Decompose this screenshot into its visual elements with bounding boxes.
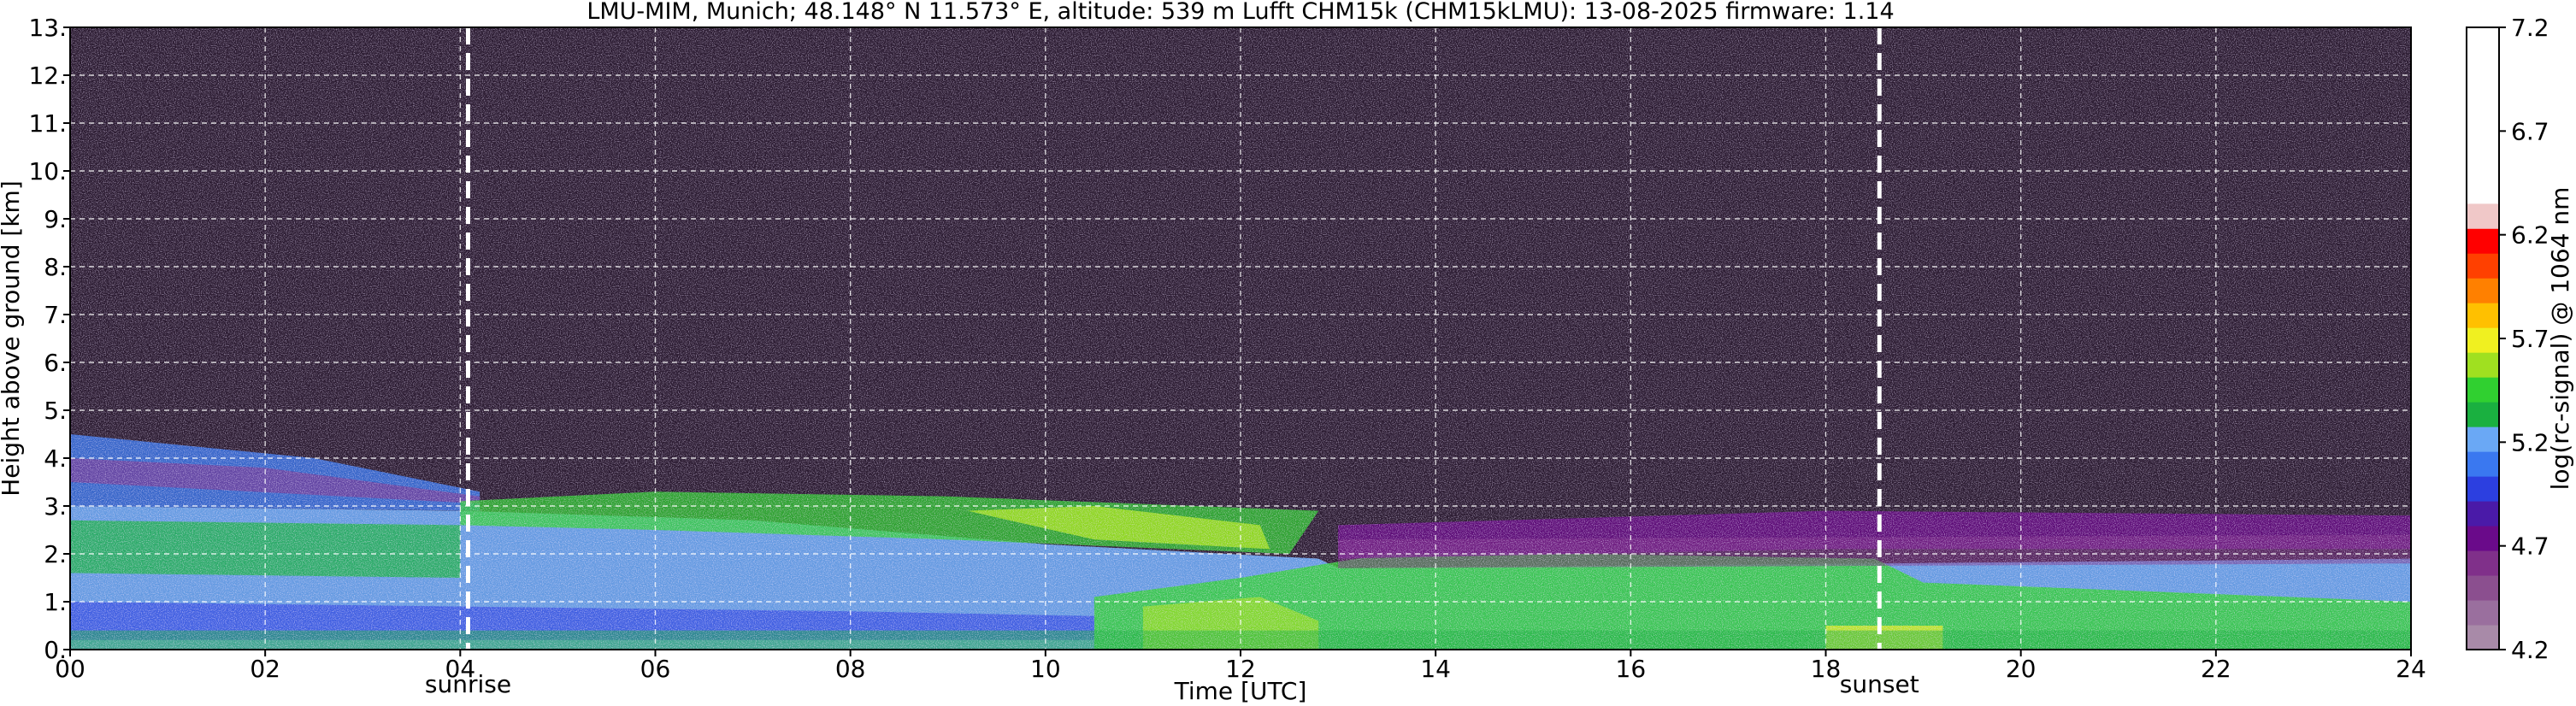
colorbar-cell	[2467, 27, 2499, 204]
y-tick-label: 6.	[44, 349, 67, 377]
colorbar-tick-label: 5.7	[2511, 325, 2549, 353]
y-tick-label: 7.	[44, 301, 67, 329]
colorbar-cells	[2467, 27, 2499, 650]
colorbar-ticks: 4.2 4.7 5.2 5.7 6.2 6.7 7.2	[2499, 14, 2549, 664]
x-tick-label: 08	[835, 655, 866, 683]
colorbar-tick-label: 4.2	[2511, 636, 2549, 664]
colorbar-cell	[2467, 377, 2499, 403]
y-tick-label: 1.	[44, 588, 67, 616]
y-tick-label: 8.	[44, 253, 67, 281]
colorbar-tick-label: 5.2	[2511, 428, 2549, 456]
y-tick-label: 9.	[44, 205, 67, 233]
y-tick-label: 13.	[28, 14, 67, 42]
colorbar-cell	[2467, 451, 2499, 477]
y-tick-label: 10.	[28, 157, 67, 185]
colorbar-cell	[2467, 352, 2499, 378]
x-tick-label: 06	[640, 655, 671, 683]
y-tick-label: 11.	[28, 109, 67, 138]
y-tick-label: 4.	[44, 444, 67, 473]
colorbar-cell	[2467, 327, 2499, 353]
colorbar-cell	[2467, 526, 2499, 551]
colorbar-tick-label: 7.2	[2511, 14, 2549, 42]
x-axis-label: Time [UTC]	[1174, 677, 1307, 705]
x-tick-label: 18	[1811, 655, 1842, 683]
colorbar-cell	[2467, 550, 2499, 576]
y-tick-label: 2.	[44, 540, 67, 568]
x-tick-label: 24	[2396, 655, 2426, 683]
colorbar-cell	[2467, 228, 2499, 254]
y-axis-label: Height above ground [km]	[0, 180, 25, 497]
y-axis: 0. 1. 2. 3. 4. 5. 6. 7. 8. 9. 10. 11. 12. 13.	[28, 14, 70, 664]
colorbar-cell	[2467, 278, 2499, 303]
x-tick-label: 22	[2201, 655, 2231, 683]
colorbar-cell	[2467, 501, 2499, 527]
marker-sunset-label: sunset	[1840, 670, 1919, 698]
colorbar-cell	[2467, 402, 2499, 427]
y-tick-label: 12.	[28, 62, 67, 90]
x-tick-label: 04	[445, 655, 476, 683]
colorbar-cell	[2467, 427, 2499, 452]
colorbar-cell	[2467, 476, 2499, 502]
colorbar: 4.2 4.7 5.2 5.7 6.2 6.7 7.2 log(rc-signal) @ 1…	[2466, 14, 2574, 664]
colorbar-tick-label: 6.2	[2511, 221, 2549, 250]
plot-area: sunrise sunset	[69, 26, 2412, 698]
x-tick-label: 20	[2006, 655, 2037, 683]
y-tick-label: 0.	[44, 636, 67, 664]
y-tick-label: 3.	[44, 492, 67, 521]
x-tick-label: 14	[1420, 655, 1451, 683]
x-tick-label: 02	[250, 655, 280, 683]
x-tick-label: 10	[1030, 655, 1061, 683]
x-tick-label: 16	[1616, 655, 1647, 683]
colorbar-tick-label: 4.7	[2511, 532, 2549, 561]
colorbar-tick-label: 6.7	[2511, 117, 2549, 145]
colorbar-cell	[2467, 253, 2499, 279]
colorbar-cell	[2467, 575, 2499, 601]
ceilometer-chart: sunrise sunset 00 02 04 06 08 10 12 14 16 18 20 22 24…	[0, 0, 2574, 705]
colorbar-cell	[2467, 600, 2499, 626]
chart-title: LMU-MIM, Munich; 48.148° N 11.573° E, al…	[587, 0, 1894, 25]
colorbar-cell	[2467, 303, 2499, 328]
colorbar-label: log(rc-signal) @ 1064 nm	[2546, 187, 2574, 491]
colorbar-cell	[2467, 625, 2499, 650]
y-tick-label: 5.	[44, 397, 67, 425]
colorbar-cell	[2467, 203, 2499, 229]
